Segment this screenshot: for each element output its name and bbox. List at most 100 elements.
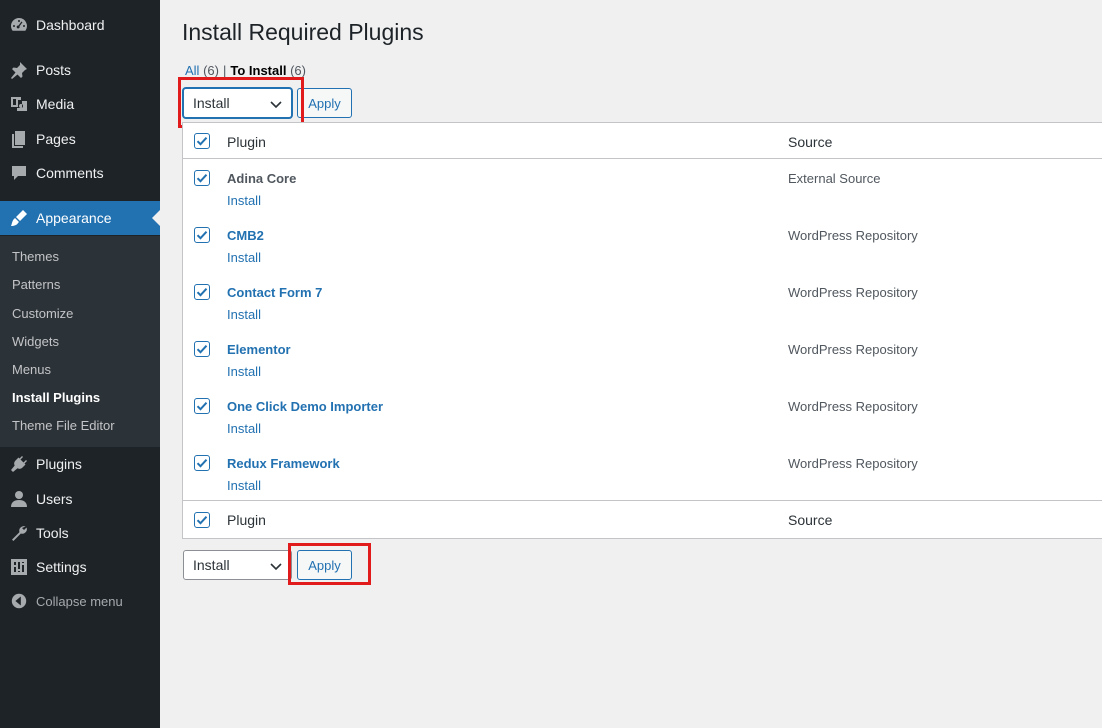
table-row: Contact Form 7 Install WordPress Reposit…: [183, 273, 1102, 330]
menu-label: Tools: [36, 525, 69, 541]
select-all-checkbox-bottom[interactable]: [194, 512, 210, 528]
install-link[interactable]: Install: [227, 307, 261, 322]
menu-item-posts[interactable]: Posts: [0, 53, 160, 87]
plugins-table: Plugin Source Adina Core Install Externa…: [182, 122, 1102, 539]
submenu-theme-file-editor[interactable]: Theme File Editor: [12, 418, 115, 433]
menu-item-media[interactable]: Media: [0, 87, 160, 121]
row-checkbox[interactable]: [194, 227, 210, 243]
install-link[interactable]: Install: [227, 250, 261, 265]
column-footer-source: Source: [788, 512, 833, 528]
plugin-source: WordPress Repository: [788, 342, 918, 357]
settings-icon: [0, 557, 36, 577]
wrench-icon: [0, 523, 36, 543]
menu-label: Pages: [36, 131, 76, 147]
collapse-icon: [0, 592, 36, 610]
bulk-action-select-bottom[interactable]: Install: [183, 550, 292, 580]
filter-all-link[interactable]: All (6): [185, 63, 219, 78]
plugin-name: Adina Core: [227, 171, 297, 186]
install-link[interactable]: Install: [227, 478, 261, 493]
menu-label: Comments: [36, 165, 104, 181]
brush-icon: [0, 208, 36, 228]
row-checkbox[interactable]: [194, 455, 210, 471]
plugin-source: WordPress Repository: [788, 228, 918, 243]
menu-label: Dashboard: [36, 17, 105, 33]
media-icon: [0, 94, 36, 114]
plug-icon: [0, 454, 36, 474]
submenu-widgets[interactable]: Widgets: [12, 334, 59, 349]
menu-label: Users: [36, 491, 73, 507]
plugin-source: External Source: [788, 171, 881, 186]
filter-to-install-link[interactable]: To Install (6): [230, 63, 306, 78]
table-row: CMB2 Install WordPress Repository: [183, 216, 1102, 273]
dashboard-icon: [0, 15, 36, 35]
checkmark-icon: [196, 345, 208, 354]
menu-label: Plugins: [36, 456, 82, 472]
menu-item-users[interactable]: Users: [0, 482, 160, 516]
admin-sidebar: Dashboard Posts Media Pages Comments App…: [0, 0, 160, 728]
pages-icon: [0, 129, 36, 149]
row-checkbox[interactable]: [194, 284, 210, 300]
menu-label: Settings: [36, 559, 87, 575]
row-checkbox[interactable]: [194, 170, 210, 186]
table-row: Elementor Install WordPress Repository: [183, 330, 1102, 387]
menu-item-tools[interactable]: Tools: [0, 516, 160, 550]
column-footer-plugin[interactable]: Plugin: [227, 512, 266, 528]
table-row: Redux Framework Install WordPress Reposi…: [183, 444, 1102, 501]
menu-item-plugins[interactable]: Plugins: [0, 447, 160, 481]
row-checkbox[interactable]: [194, 398, 210, 414]
menu-label: Posts: [36, 62, 72, 78]
highlight-box-apply: [288, 543, 371, 585]
page-title: Install Required Plugins: [182, 19, 424, 45]
table-row: One Click Demo Importer Install WordPres…: [183, 387, 1102, 444]
checkmark-icon: [196, 174, 208, 183]
collapse-menu-button[interactable]: Collapse menu: [0, 584, 160, 618]
chevron-down-icon: [270, 563, 282, 571]
plugin-name-link[interactable]: One Click Demo Importer: [227, 399, 383, 414]
appearance-submenu: Themes Patterns Customize Widgets Menus …: [0, 236, 160, 447]
highlight-box-select: [178, 77, 304, 128]
select-all-checkbox-top[interactable]: [194, 133, 210, 149]
plugin-name-link[interactable]: CMB2: [227, 228, 264, 243]
submenu-menus[interactable]: Menus: [12, 362, 51, 377]
checkmark-icon: [196, 231, 208, 240]
plugin-name-link[interactable]: Elementor: [227, 342, 291, 357]
table-row: Adina Core Install External Source: [183, 159, 1102, 216]
submenu-patterns[interactable]: Patterns: [12, 277, 60, 292]
status-filter: All (6) | To Install (6): [185, 63, 306, 78]
checkmark-icon: [196, 137, 208, 146]
table-header: Plugin Source: [183, 123, 1102, 159]
row-checkbox[interactable]: [194, 341, 210, 357]
apply-button-top[interactable]: Apply: [297, 88, 352, 118]
submenu-themes[interactable]: Themes: [12, 249, 59, 264]
submenu-install-plugins[interactable]: Install Plugins: [12, 390, 100, 405]
menu-item-comments[interactable]: Comments: [0, 156, 160, 190]
menu-label: Media: [36, 96, 75, 112]
submenu-customize[interactable]: Customize: [12, 306, 73, 321]
main-content: Install Required Plugins All (6) | To Inst…: [160, 0, 1102, 728]
menu-item-settings[interactable]: Settings: [0, 550, 160, 584]
checkmark-icon: [196, 402, 208, 411]
install-link[interactable]: Install: [227, 364, 261, 379]
table-footer: Plugin Source: [183, 500, 1102, 538]
checkmark-icon: [196, 459, 208, 468]
menu-item-appearance[interactable]: Appearance: [0, 201, 160, 235]
plugin-source: WordPress Repository: [788, 285, 918, 300]
column-header-plugin[interactable]: Plugin: [227, 134, 266, 150]
menu-label: Collapse menu: [36, 593, 123, 609]
column-header-source: Source: [788, 134, 833, 150]
plugin-name-link[interactable]: Redux Framework: [227, 456, 340, 471]
plugin-source: WordPress Repository: [788, 399, 918, 414]
menu-item-pages[interactable]: Pages: [0, 122, 160, 156]
install-link[interactable]: Install: [227, 193, 261, 208]
pin-icon: [0, 60, 36, 80]
user-icon: [0, 489, 36, 509]
comment-icon: [0, 163, 36, 183]
plugin-name-link[interactable]: Contact Form 7: [227, 285, 322, 300]
checkmark-icon: [196, 516, 208, 525]
plugin-source: WordPress Repository: [788, 456, 918, 471]
menu-item-dashboard[interactable]: Dashboard: [0, 8, 160, 42]
install-link[interactable]: Install: [227, 421, 261, 436]
checkmark-icon: [196, 288, 208, 297]
menu-label: Appearance: [36, 210, 112, 226]
bulk-action-value: Install: [193, 557, 230, 573]
